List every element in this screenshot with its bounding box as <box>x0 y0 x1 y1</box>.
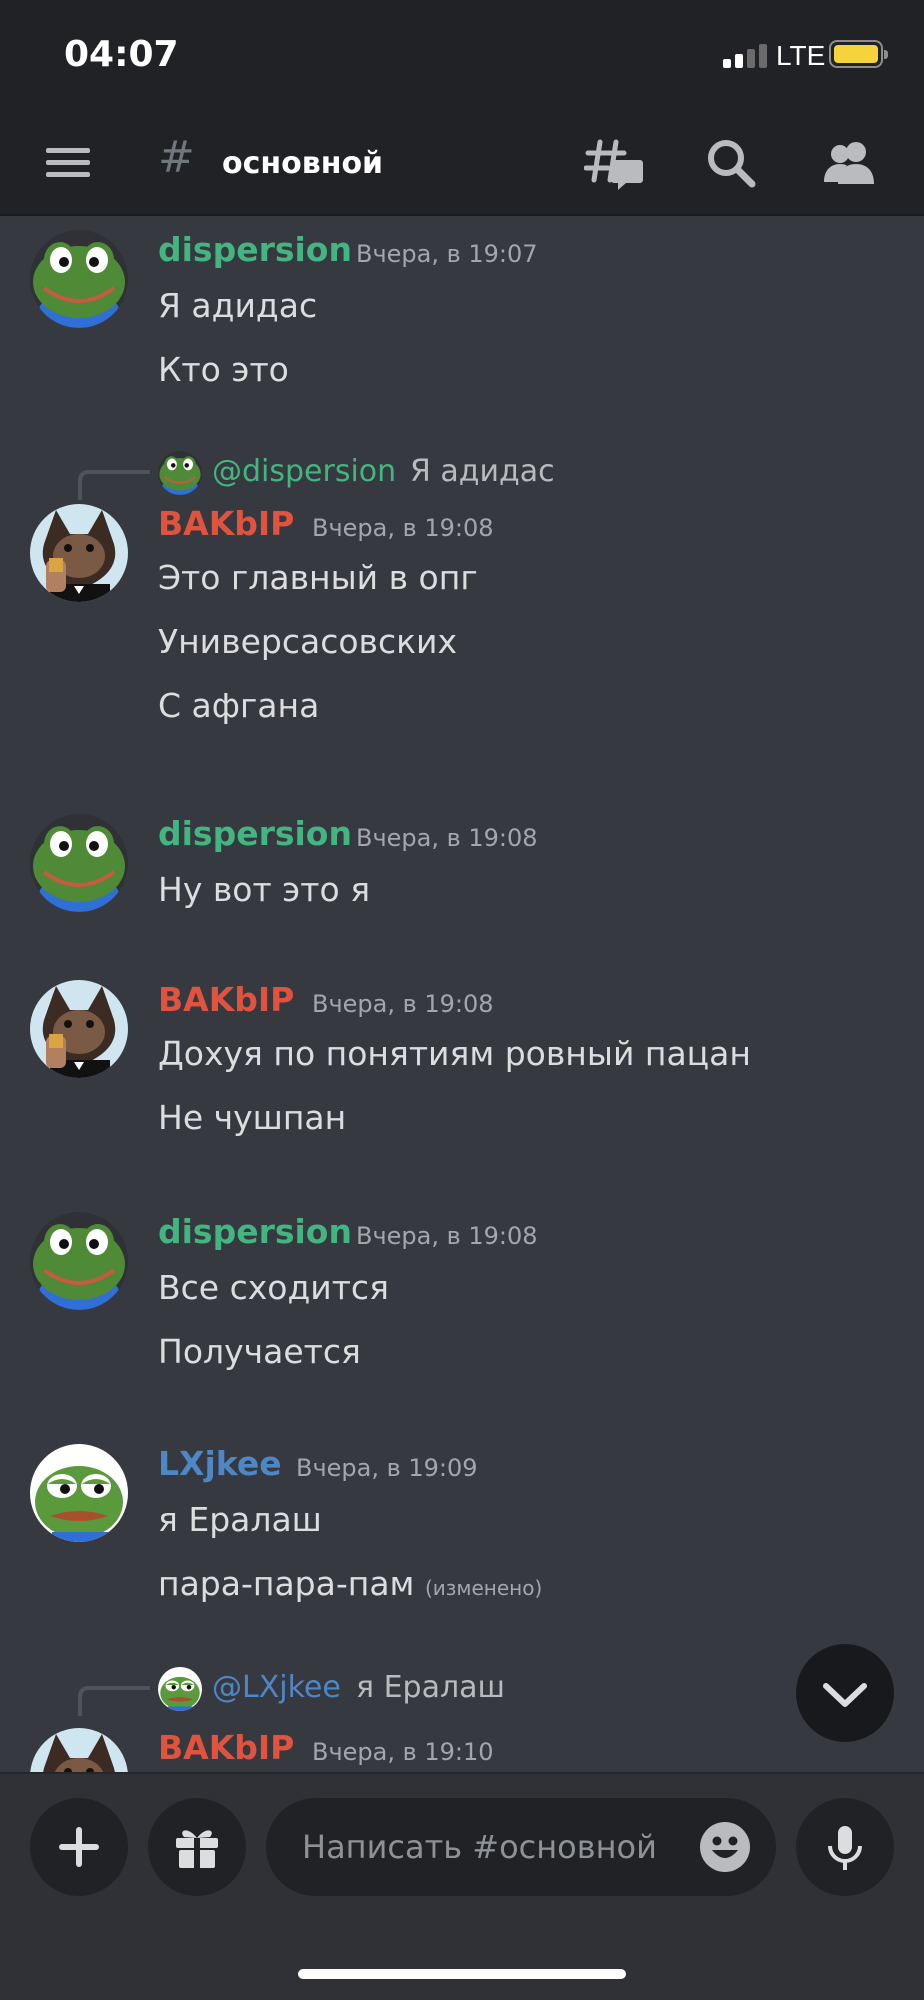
reply-author: @LXjkee <box>212 1670 341 1705</box>
members-button[interactable] <box>820 134 880 194</box>
microphone-icon <box>828 1826 862 1870</box>
message-timestamp: Вчера, в 19:08 <box>312 990 494 1018</box>
home-indicator[interactable] <box>298 1969 626 1979</box>
message-text: Кто это <box>158 350 289 389</box>
reply-reference[interactable]: @dispersion Я адидас <box>0 448 924 500</box>
reply-text: я Ералаш <box>356 1670 505 1705</box>
channel-title: основной <box>222 146 384 181</box>
message-composer: Написать #основной <box>0 1772 924 2000</box>
message-input-placeholder: Написать #основной <box>302 1828 657 1866</box>
message-text: Я адидас <box>158 286 318 325</box>
message-text-content: пара-пара-пам <box>158 1564 415 1603</box>
message-text: Не чушпан <box>158 1098 347 1137</box>
search-icon <box>708 140 756 188</box>
reply-text: Я адидас <box>410 454 555 489</box>
threads-button[interactable] <box>584 134 644 194</box>
author-name[interactable]: dispersion <box>158 1212 352 1251</box>
message-text: Дохуя по понятиям ровный пацан <box>158 1034 751 1073</box>
message-timestamp: Вчера, в 19:07 <box>356 240 538 268</box>
avatar[interactable] <box>30 1212 128 1310</box>
author-name[interactable]: BAKbIP <box>158 1728 294 1767</box>
avatar[interactable] <box>30 980 128 1078</box>
emoji-icon[interactable] <box>698 1820 752 1874</box>
reply-author: @dispersion <box>212 454 397 489</box>
threads-icon <box>584 139 643 190</box>
message-text: Получается <box>158 1332 361 1371</box>
gift-button[interactable] <box>148 1798 246 1896</box>
author-name[interactable]: BAKbIP <box>158 980 294 1019</box>
avatar[interactable] <box>30 814 128 912</box>
message-text: Все сходится <box>158 1268 389 1307</box>
jump-to-bottom-button[interactable] <box>796 1644 894 1742</box>
reply-connector <box>78 470 150 500</box>
status-time: 04:07 <box>64 34 179 75</box>
voice-button[interactable] <box>796 1798 894 1896</box>
author-name[interactable]: LXjkee <box>158 1444 282 1483</box>
signal-icon <box>723 44 767 68</box>
search-button[interactable] <box>702 134 762 194</box>
reply-reference[interactable]: @LXjkee я Ералаш <box>0 1664 924 1716</box>
message-text: пара-пара-пам (изменено) <box>158 1564 542 1603</box>
reply-connector <box>78 1686 150 1716</box>
author-name[interactable]: dispersion <box>158 230 352 269</box>
message-input[interactable]: Написать #основной <box>266 1798 776 1896</box>
message-text: я Ералаш <box>158 1500 322 1539</box>
message-timestamp: Вчера, в 19:10 <box>312 1738 494 1766</box>
message-list[interactable]: dispersion Вчера, в 19:07 Я адидас Кто э… <box>0 216 924 1772</box>
network-label: LTE <box>776 40 826 71</box>
battery-icon <box>829 40 888 68</box>
author-name[interactable]: BAKbIP <box>158 504 294 543</box>
status-bar: 04:07 LTE <box>0 0 924 110</box>
message-text: Ну вот это я <box>158 870 371 909</box>
message-timestamp: Вчера, в 19:08 <box>312 514 494 542</box>
gift-icon <box>176 1830 218 1868</box>
avatar[interactable] <box>30 230 128 328</box>
message-text: Это главный в опг <box>158 558 478 597</box>
members-icon <box>824 142 874 184</box>
channel-header: # основной <box>0 110 924 216</box>
avatar[interactable] <box>30 504 128 602</box>
chevron-down-icon <box>823 1683 867 1707</box>
avatar[interactable] <box>30 1444 128 1542</box>
edited-label: (изменено) <box>424 1576 543 1600</box>
message-timestamp: Вчера, в 19:08 <box>356 824 538 852</box>
hash-icon: # <box>158 132 195 183</box>
hamburger-icon <box>46 148 90 153</box>
message-timestamp: Вчера, в 19:08 <box>356 1222 538 1250</box>
reply-avatar <box>158 451 202 495</box>
message-timestamp: Вчера, в 19:09 <box>296 1454 478 1482</box>
reply-avatar <box>158 1667 202 1711</box>
plus-icon <box>59 1827 99 1867</box>
message-text: С афгана <box>158 686 320 725</box>
attach-button[interactable] <box>30 1798 128 1896</box>
avatar[interactable] <box>30 1728 128 1772</box>
author-name[interactable]: dispersion <box>158 814 352 853</box>
message-text: Универсасовских <box>158 622 458 661</box>
menu-button[interactable] <box>40 142 96 182</box>
